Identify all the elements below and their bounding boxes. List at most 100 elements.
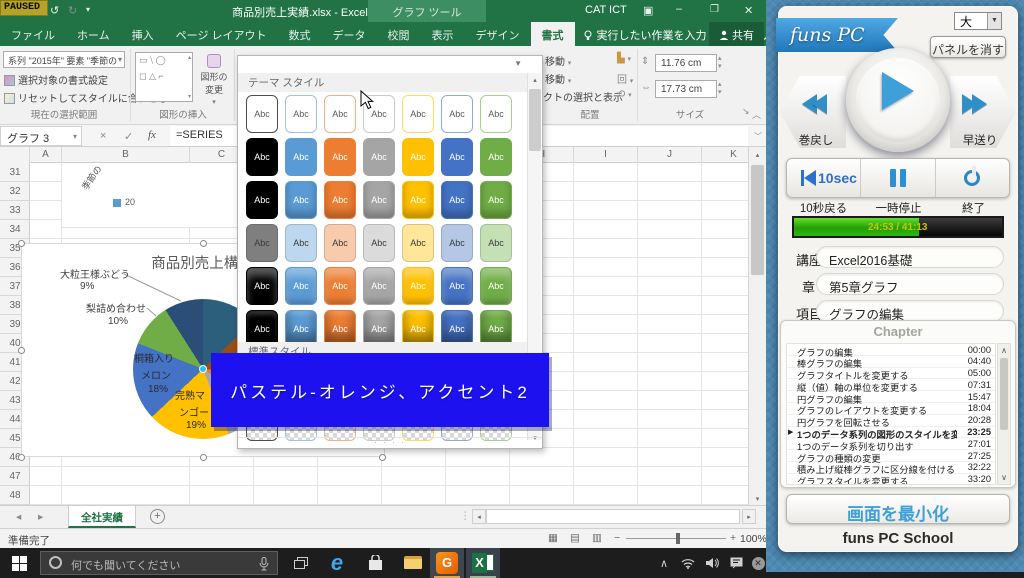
align-icon[interactable]: ▙ ▾ [617,53,631,64]
ribbon-tab-2[interactable]: 挿入 [121,22,165,46]
theme-style-swatch-r2-c4[interactable]: Abc [363,138,395,176]
scrollbar-thumb[interactable] [751,165,764,275]
row-header-32[interactable]: 32 [0,182,30,201]
horizontal-scrollbar[interactable] [486,509,740,524]
ribbon-tab-5[interactable]: データ [322,22,377,46]
minimize-screen-button[interactable]: 画面を最小化 [786,494,1010,524]
microphone-icon[interactable] [259,557,269,571]
chapter-item-1[interactable]: 棒グラフの編集04:40 [787,356,995,368]
scroll-down-icon[interactable]: ▾ [749,495,766,503]
size-select[interactable]: 大 ▼ [954,12,1002,30]
theme-style-swatch-r4-c5[interactable]: Abc [402,224,434,262]
hscroll-left-icon[interactable]: ◂ [472,509,486,524]
send-backward-button[interactable]: 移動 ▾ [545,71,571,86]
back-10sec-button[interactable]: 10sec [787,159,861,197]
chapter-scroll-up-icon[interactable]: ∧ [998,344,1010,355]
theme-style-swatch-r2-c6[interactable]: Abc [441,138,473,176]
theme-style-swatch-r3-c7[interactable]: Abc [480,181,512,219]
theme-style-swatch-r2-c1[interactable]: Abc [246,138,278,176]
theme-style-swatch-r3-c2[interactable]: Abc [285,181,317,219]
theme-style-swatch-r3-c3[interactable]: Abc [324,181,356,219]
chapter-item-6[interactable]: 円グラフを回転させる20:28 [787,415,995,427]
row-header-31[interactable]: 31 [0,163,30,182]
chapter-item-2[interactable]: グラフタイトルを変更する05:00 [787,368,995,380]
play-button[interactable] [846,48,950,152]
enter-icon[interactable]: ✓ [124,130,133,143]
file-explorer-button[interactable] [396,548,430,578]
chart-handle-bottom-left[interactable] [18,454,25,461]
chart-handle-bottom-center[interactable] [200,454,207,461]
account-name[interactable]: CAT ICT [585,4,627,16]
chapter-list[interactable]: グラフの編集00:00棒グラフの編集04:40グラフタイトルを変更する05:00… [786,343,996,485]
chapter-item-3[interactable]: 縦（値）軸の単位を変更する07:31 [787,379,995,391]
page-layout-view-icon[interactable]: ▤ [570,532,580,544]
edge-browser-button[interactable]: e [320,548,354,578]
theme-style-swatch-r4-c4[interactable]: Abc [363,224,395,262]
sheet-nav-right-icon[interactable]: ▸ [38,511,43,523]
row-header-34[interactable]: 34 [0,220,30,239]
power-button[interactable] [936,159,1009,197]
shape-gallery-up-icon[interactable]: ▴ [188,54,191,61]
gallery-scroll-thumb[interactable] [529,89,541,151]
restore-window-icon[interactable]: ❐ [710,4,719,15]
chapter-item-9[interactable]: グラフの種類の変更27:25 [787,450,995,462]
chapter-item-5[interactable]: グラフのレイアウトを変更する18:04 [787,403,995,415]
size-select-arrow-icon[interactable]: ▼ [987,13,1001,29]
speaker-icon[interactable] [700,548,724,578]
theme-style-swatch-r4-c1[interactable]: Abc [246,224,278,262]
theme-style-swatch-r5-c3[interactable]: Abc [324,267,356,305]
name-box[interactable]: グラフ 3▾ [0,126,82,146]
theme-style-swatch-r3-c1[interactable]: Abc [246,181,278,219]
store-button[interactable] [358,548,392,578]
hscroll-right-icon[interactable]: ▸ [742,509,756,524]
chart-handle-left-center[interactable] [18,347,25,354]
chapter-item-10[interactable]: 積み上げ縦棒グラフに区分線を付ける32:22 [787,462,995,474]
theme-style-swatch-r1-c2[interactable]: Abc [285,95,317,133]
gallery-more-icon[interactable]: ▼ [514,59,522,68]
theme-style-swatch-r1-c6[interactable]: Abc [441,95,473,133]
sheet-tab[interactable]: 全社実績 [68,506,136,528]
video-app-button[interactable]: G [430,548,464,578]
theme-style-swatch-r3-c6[interactable]: Abc [441,181,473,219]
rotate-icon[interactable]: ⟲ ▾ [617,89,632,100]
shape-width-field[interactable]: 17.73 cm [655,80,717,98]
selection-pane-button[interactable]: クトの選択と表示 [543,89,623,104]
theme-style-swatch-r4-c3[interactable]: Abc [324,224,356,262]
ribbon-tab-9[interactable]: 書式 [531,22,575,46]
zoom-out-icon[interactable]: − [614,532,620,544]
theme-style-swatch-r3-c4[interactable]: Abc [363,181,395,219]
progress-bar[interactable]: 24:53 / 41:13 [792,216,1004,238]
tab-splitter[interactable]: ⋮ [460,510,471,522]
chart-element-dropdown[interactable]: 系列 "2015年" 要素 "季節の▾ [3,51,125,68]
collapse-ribbon-icon[interactable]: ︿ [752,108,761,121]
ribbon-tab-0[interactable]: ファイル [0,22,66,46]
zoom-level[interactable]: 100% [740,533,767,545]
chapter-item-8[interactable]: 1つのデータ系列を切り出す27:01 [787,438,995,450]
theme-style-swatch-r1-c3[interactable]: Abc [324,95,356,133]
ribbon-tab-7[interactable]: 表示 [421,22,465,46]
chart-handle-top-left[interactable] [18,240,25,247]
chart-handle-bottom-right[interactable] [379,454,386,461]
ribbon-tab-8[interactable]: デザイン [465,22,531,46]
vertical-scrollbar[interactable]: ▴ ▾ [748,147,766,505]
row-header-47[interactable]: 47 [0,467,30,486]
ribbon-tab-1[interactable]: ホーム [66,22,121,46]
chapter-item-4[interactable]: 円グラフの編集15:47 [787,391,995,403]
shape-height-field[interactable]: 11.76 cm [655,54,717,72]
chapter-scrollbar[interactable]: ∧ ∨ [997,343,1011,485]
height-spinner[interactable]: ▴▾ [718,54,722,70]
redo-icon[interactable]: ↻ [68,4,77,17]
insert-function-icon[interactable]: fx [148,129,156,141]
zoom-in-icon[interactable]: + [730,532,736,544]
sheet-nav-left-icon[interactable]: ◂ [16,511,21,523]
name-box-dropdown-icon[interactable]: ▾ [73,132,77,141]
column-header-B[interactable]: B [62,147,190,163]
cancel-icon[interactable]: × [100,130,106,142]
format-selection-button[interactable]: 選択対象の書式設定 [4,72,108,87]
theme-style-swatch-r5-c7[interactable]: Abc [480,267,512,305]
tray-expand-icon[interactable]: ∧ [652,548,676,578]
formula-bar-expand-icon[interactable]: ﹀ [754,131,762,142]
theme-style-swatch-r2-c2[interactable]: Abc [285,138,317,176]
chapter-scroll-thumb[interactable] [1000,358,1008,430]
theme-style-swatch-r5-c1[interactable]: Abc [246,267,278,305]
